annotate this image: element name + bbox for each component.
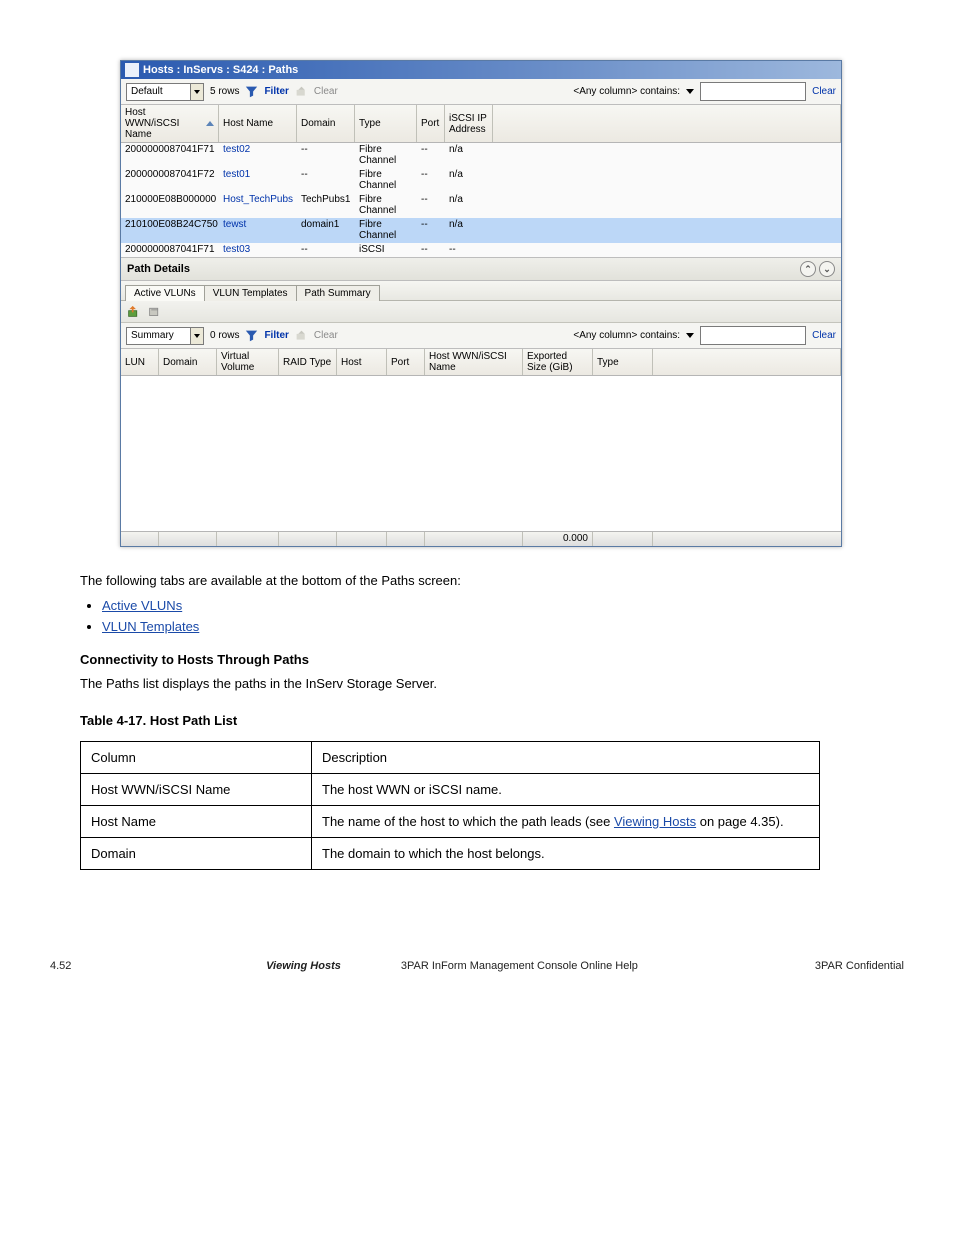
filter-icon[interactable] <box>245 85 258 98</box>
expand-down-icon[interactable]: ⌄ <box>819 261 835 277</box>
bottom-filter-contains: <Any column> contains: <box>573 330 680 341</box>
dropdown-icon[interactable] <box>686 333 694 338</box>
icon-toolbar <box>121 301 841 323</box>
export-icon[interactable] <box>127 305 140 318</box>
sort-asc-icon <box>206 121 214 126</box>
path-details-bar: Path Details ⌃ ⌄ <box>121 257 841 281</box>
col-vv[interactable]: Virtual Volume <box>217 349 279 375</box>
clear-icon[interactable] <box>295 85 308 98</box>
rows-count: 5 rows <box>210 86 239 97</box>
window-titlebar: Hosts : InServs : S424 : Paths <box>121 61 841 79</box>
cell: Host WWN/iSCSI Name <box>81 774 312 806</box>
table-row[interactable]: 2000000087041F71 test02 -- Fibre Channel… <box>121 143 841 168</box>
col-domain[interactable]: Domain <box>297 105 355 142</box>
table-row[interactable]: 2000000087041F72 test01 -- Fibre Channel… <box>121 168 841 193</box>
tab-path-summary[interactable]: Path Summary <box>296 285 380 301</box>
cell: Column <box>81 742 312 774</box>
clear-label-disabled: Clear <box>314 86 338 97</box>
subsection-title: Connectivity to Hosts Through Paths <box>80 651 904 670</box>
window-title: Hosts : InServs : S424 : Paths <box>143 64 298 76</box>
bottom-clear-link[interactable]: Clear <box>812 330 836 341</box>
filter-icon[interactable] <box>245 329 258 342</box>
clear-icon[interactable] <box>295 329 308 342</box>
bottom-view-combo[interactable]: Summary <box>126 327 204 345</box>
table-row: Host WWN/iSCSI Name The host WWN or iSCS… <box>81 774 820 806</box>
bottom-rows-count: 0 rows <box>210 330 239 341</box>
cell: Host Name <box>81 806 312 838</box>
page-footer: 4.52 Viewing Hosts 3PAR InForm Managemen… <box>50 960 904 972</box>
filter-contains-label: <Any column> contains: <box>573 86 680 97</box>
col-domain2[interactable]: Domain <box>159 349 217 375</box>
cell: The name of the host to which the path l… <box>312 806 820 838</box>
footer-confidential: 3PAR Confidential <box>804 960 904 972</box>
top-grid-header: Host WWN/iSCSI Name Host Name Domain Typ… <box>121 105 841 143</box>
status-bar: 0.000 <box>121 531 841 546</box>
filter-link[interactable]: Filter <box>264 86 288 97</box>
col-raid[interactable]: RAID Type <box>279 349 337 375</box>
table-row[interactable]: 210100E08B24C750 tewst domain1 Fibre Cha… <box>121 218 841 243</box>
col-host2[interactable]: Host <box>337 349 387 375</box>
col-wwn2[interactable]: Host WWN/iSCSI Name <box>425 349 523 375</box>
view-combo[interactable]: Default <box>126 83 204 101</box>
tab-vlun-templates[interactable]: VLUN Templates <box>204 285 297 301</box>
col-type2[interactable]: Type <box>593 349 653 375</box>
doc-link-viewing-hosts[interactable]: Viewing Hosts <box>614 814 696 829</box>
footer-section: Viewing Hosts <box>266 960 341 972</box>
collapse-up-icon[interactable]: ⌃ <box>800 261 816 277</box>
top-grid-body: 2000000087041F71 test02 -- Fibre Channel… <box>121 143 841 257</box>
bottom-view-combo-value: Summary <box>131 330 174 341</box>
col-type[interactable]: Type <box>355 105 417 142</box>
bottom-search-input[interactable] <box>700 326 806 345</box>
footer-page: 4.52 <box>50 960 100 972</box>
dropdown-icon[interactable] <box>686 89 694 94</box>
col-size[interactable]: Exported Size (GiB) <box>523 349 593 375</box>
bottom-toolbar: Summary 0 rows Filter Clear <Any column>… <box>121 323 841 349</box>
doc-intro: The following tabs are available at the … <box>80 572 904 591</box>
table-row: Host Name The name of the host to which … <box>81 806 820 838</box>
doc-link-active-vluns[interactable]: Active VLUNs <box>102 598 182 613</box>
table-caption: Table 4-17. Host Path List <box>80 712 904 731</box>
status-total: 0.000 <box>523 532 593 546</box>
subsection-paragraph: The Paths list displays the paths in the… <box>80 675 904 694</box>
path-details-title: Path Details <box>127 263 190 275</box>
cell: The domain to which the host belongs. <box>312 838 820 870</box>
col-lun[interactable]: LUN <box>121 349 159 375</box>
col-hostname[interactable]: Host Name <box>219 105 297 142</box>
remove-icon[interactable] <box>148 305 161 318</box>
app-icon <box>125 63 139 77</box>
cell: Domain <box>81 838 312 870</box>
top-toolbar: Default 5 rows Filter Clear <Any column>… <box>121 79 841 105</box>
bottom-grid-body <box>121 376 841 531</box>
table-row[interactable]: 2000000087041F71 test03 -- iSCSI -- -- <box>121 243 841 257</box>
col-wwn[interactable]: Host WWN/iSCSI Name <box>121 105 219 142</box>
bottom-clear-label: Clear <box>314 330 338 341</box>
table-row[interactable]: 210000E08B000000 Host_TechPubs TechPubs1… <box>121 193 841 218</box>
clear-search-link[interactable]: Clear <box>812 86 836 97</box>
view-combo-value: Default <box>131 86 163 97</box>
cell: The host WWN or iSCSI name. <box>312 774 820 806</box>
footer-docname: 3PAR InForm Management Console Online He… <box>401 960 638 972</box>
bottom-grid-header: LUN Domain Virtual Volume RAID Type Host… <box>121 349 841 376</box>
col-ip[interactable]: iSCSI IP Address <box>445 105 493 142</box>
bottom-filter-link[interactable]: Filter <box>264 330 288 341</box>
filter-search-input[interactable] <box>700 82 806 101</box>
table-row: Domain The domain to which the host belo… <box>81 838 820 870</box>
table-row: Column Description <box>81 742 820 774</box>
tabs-bar: Active VLUNs VLUN Templates Path Summary <box>121 281 841 301</box>
col-port[interactable]: Port <box>417 105 445 142</box>
doc-link-vlun-templates[interactable]: VLUN Templates <box>102 619 199 634</box>
host-path-table: Column Description Host WWN/iSCSI Name T… <box>80 741 820 870</box>
tab-active-vluns[interactable]: Active VLUNs <box>125 285 205 301</box>
cell: Description <box>312 742 820 774</box>
col-port2[interactable]: Port <box>387 349 425 375</box>
